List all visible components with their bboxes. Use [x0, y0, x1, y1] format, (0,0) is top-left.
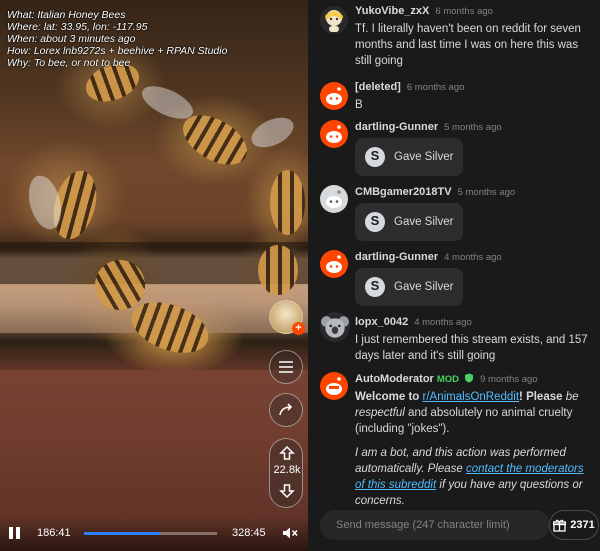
video-player[interactable]: What: Italian Honey Bees Where: lat: 33.… — [0, 0, 308, 551]
gift-count: 2371 — [570, 519, 595, 531]
seek-bar-progress — [84, 532, 160, 535]
bee — [270, 170, 305, 235]
message-header: [deleted] 6 months ago — [355, 80, 595, 95]
timestamp: 6 months ago — [406, 82, 465, 93]
default-snoo-avatar[interactable] — [320, 250, 348, 278]
gray-snoo-avatar[interactable] — [320, 185, 348, 213]
bot-notice: I am a bot, and this action was performe… — [355, 445, 595, 509]
share-button[interactable] — [269, 393, 303, 427]
message-input[interactable]: Send message (247 character limit) — [320, 510, 550, 540]
live-chat-panel: YukoVibe_zxX 6 months ago Tf. I literally… — [308, 0, 600, 551]
volume-muted-icon[interactable] — [282, 526, 298, 540]
award-badge: Gave Silver — [355, 203, 464, 241]
pause-icon — [9, 527, 13, 539]
timestamp: 4 months ago — [414, 317, 472, 328]
username[interactable]: dartling-Gunner — [355, 251, 438, 263]
message-text: I just remembered this stream exists, an… — [355, 334, 588, 362]
timestamp: 6 months ago — [435, 6, 493, 17]
info-how: How: Lorex lnb9272s + beehive + RPAN Stu… — [7, 45, 228, 57]
koala-snoo-avatar[interactable] — [320, 312, 350, 342]
username[interactable]: CMBgamer2018TV — [355, 186, 452, 198]
elapsed-time: 186:41 — [37, 527, 71, 539]
username[interactable]: dartling-Gunner — [355, 121, 438, 133]
message-header: CMBgamer2018TV 5 months ago — [355, 185, 595, 200]
automod-snoo-avatar[interactable] — [320, 372, 348, 400]
silver-award-icon — [365, 277, 385, 297]
mod-badge: MOD — [436, 374, 459, 385]
seek-bar[interactable] — [84, 532, 217, 535]
gift-button[interactable]: 2371 — [549, 510, 599, 540]
message-text: Tf. I literally haven't been on reddit f… — [355, 23, 581, 67]
message-header: YukoVibe_zxX 6 months ago — [355, 4, 595, 19]
timestamp: 5 months ago — [457, 187, 516, 198]
info-what: What: Italian Honey Bees — [7, 9, 126, 21]
award-label: Gave Silver — [394, 151, 454, 163]
message-body: [deleted] 6 months ago B — [355, 80, 595, 113]
downvote-icon[interactable] — [279, 483, 295, 499]
menu-icon — [279, 361, 293, 373]
message-header: dartling-Gunner 4 months ago — [355, 250, 595, 265]
message-body: lopx_0042 4 months ago I just remembered … — [355, 315, 595, 364]
message-body: YukoVibe_zxX 6 months ago Tf. I literally… — [355, 4, 595, 69]
vote-control: 22.8k — [269, 438, 303, 508]
bee — [258, 245, 298, 295]
message-body: CMBgamer2018TV 5 months ago Gave Silver — [355, 185, 595, 241]
timestamp: 9 months ago — [480, 374, 538, 385]
stream-info-overlay: What: Italian Honey Bees Where: lat: 33.… — [7, 9, 227, 69]
share-arrow-icon — [279, 403, 293, 416]
award-badge: Gave Silver — [355, 138, 464, 176]
username[interactable]: YukoVibe_zxX — [355, 5, 429, 17]
info-when: When: about 3 minutes ago — [7, 33, 136, 45]
join-plus-icon[interactable]: + — [292, 322, 305, 335]
message-header: lopx_0042 4 months ago — [355, 315, 595, 330]
welcome-text: Welcome to — [355, 391, 423, 403]
silver-award-icon — [365, 147, 385, 167]
gift-icon — [553, 519, 567, 532]
award-badge: Gave Silver — [355, 268, 464, 306]
message-header: AutoModerator MOD 9 months ago — [355, 372, 595, 387]
timestamp: 4 months ago — [444, 252, 502, 263]
message-body: dartling-Gunner 5 months ago Gave Silver — [355, 120, 595, 176]
message-header: dartling-Gunner 5 months ago — [355, 120, 595, 135]
message-text: B — [355, 99, 363, 111]
subreddit-link[interactable]: r/AnimalsOnReddit — [423, 391, 520, 403]
blonde-snoo-avatar[interactable] — [320, 6, 348, 34]
welcome-bang: ! Please — [519, 391, 566, 403]
info-where: Where: lat: 33.95, lon: -117.95 — [7, 21, 148, 33]
pause-button[interactable] — [9, 527, 21, 539]
upvote-icon[interactable] — [279, 445, 295, 461]
message-body: dartling-Gunner 4 months ago Gave Silver — [355, 250, 595, 306]
award-label: Gave Silver — [394, 216, 454, 228]
message-text: Welcome to r/AnimalsOnReddit! Please be … — [355, 389, 595, 437]
duration-time: 328:45 — [232, 527, 266, 539]
default-snoo-avatar[interactable] — [320, 120, 348, 148]
award-label: Gave Silver — [394, 281, 454, 293]
menu-button[interactable] — [269, 350, 303, 384]
mod-shield-icon — [465, 373, 474, 383]
message-body: AutoModerator MOD 9 months ago Welcome to… — [355, 372, 595, 509]
subreddit-avatar[interactable]: + — [269, 300, 305, 335]
silver-award-icon — [365, 212, 385, 232]
username: [deleted] — [355, 81, 401, 93]
default-snoo-avatar — [320, 82, 348, 110]
timestamp: 5 months ago — [444, 122, 502, 133]
info-why: Why: To bee, or not to bee — [7, 57, 131, 69]
username[interactable]: AutoModerator — [355, 373, 434, 385]
vote-count: 22.8k — [273, 464, 301, 476]
username[interactable]: lopx_0042 — [355, 316, 408, 328]
